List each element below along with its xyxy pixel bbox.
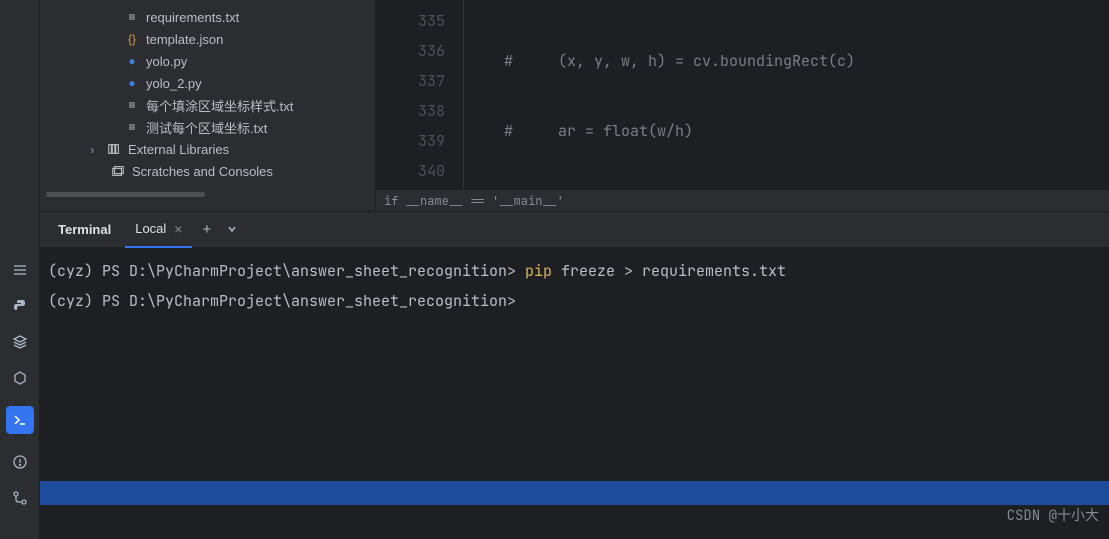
code-line: # (x, y, w, h) = cv.boundingRect(c) bbox=[504, 46, 1109, 76]
code-editor[interactable]: 335 336 337 338 339 340 # (x, y, w, h) =… bbox=[376, 0, 1109, 211]
file-label: template.json bbox=[146, 32, 223, 47]
tool-window-bar bbox=[0, 0, 40, 539]
file-label: 测试每个区域坐标.txt bbox=[146, 118, 267, 137]
main-area: ≡ requirements.txt {} template.json ● yo… bbox=[40, 0, 1109, 539]
line-number: 335 bbox=[376, 6, 445, 36]
prompt: (cyz) PS D:\PyCharmProject\answer_sheet_… bbox=[48, 261, 516, 281]
command-rest: freeze > requirements.txt bbox=[552, 261, 786, 281]
scratches-icon bbox=[110, 163, 126, 179]
tree-label: Scratches and Consoles bbox=[132, 164, 273, 179]
line-number: 336 bbox=[376, 36, 445, 66]
file-label: yolo.py bbox=[146, 54, 187, 69]
file-label: requirements.txt bbox=[146, 10, 239, 25]
watermark: CSDN @十小大 bbox=[1007, 501, 1099, 531]
tree-file-yolo2[interactable]: ● yolo_2.py bbox=[40, 72, 375, 94]
editor-content[interactable]: # (x, y, w, h) = cv.boundingRect(c) # ar… bbox=[464, 0, 1109, 211]
terminal-line: (cyz) PS D:\PyCharmProject\answer_sheet_… bbox=[48, 286, 1101, 316]
tree-scratches[interactable]: Scratches and Consoles bbox=[40, 160, 375, 182]
line-number: 340 bbox=[376, 156, 445, 186]
terminal-tabs: Terminal Local × + bbox=[40, 212, 1109, 248]
tree-file-yolo[interactable]: ● yolo.py bbox=[40, 50, 375, 72]
breadcrumb-text: if __name__ == '__main__' bbox=[384, 193, 564, 209]
breadcrumb[interactable]: if __name__ == '__main__' bbox=[376, 189, 1109, 211]
python-file-icon: ● bbox=[124, 53, 140, 69]
file-label: 每个填涂区域坐标样式.txt bbox=[146, 96, 293, 115]
tree-file-template[interactable]: {} template.json bbox=[40, 28, 375, 50]
chevron-right-icon: › bbox=[90, 142, 100, 157]
terminal-tab-local[interactable]: Local × bbox=[125, 212, 192, 248]
text-file-icon: ≡ bbox=[124, 9, 140, 25]
tree-file-cn2[interactable]: ≡ 测试每个区域坐标.txt bbox=[40, 116, 375, 138]
hex-icon[interactable] bbox=[12, 370, 28, 386]
text-file-icon: ≡ bbox=[124, 97, 140, 113]
command-highlighted: pip bbox=[525, 261, 552, 281]
json-file-icon: {} bbox=[124, 31, 140, 47]
editor-gutter: 335 336 337 338 339 340 bbox=[376, 0, 464, 211]
library-icon bbox=[106, 141, 122, 157]
prompt: (cyz) PS D:\PyCharmProject\answer_sheet_… bbox=[48, 291, 516, 311]
add-terminal-button[interactable]: + bbox=[196, 221, 217, 238]
list-icon[interactable] bbox=[12, 262, 28, 278]
terminal-line: (cyz) PS D:\PyCharmProject\answer_sheet_… bbox=[48, 256, 1101, 286]
tree-file-requirements[interactable]: ≡ requirements.txt bbox=[40, 6, 375, 28]
tree-label: External Libraries bbox=[128, 142, 229, 157]
line-number: 339 bbox=[376, 126, 445, 156]
stack-icon[interactable] bbox=[12, 334, 28, 350]
terminal-dropdown-icon[interactable] bbox=[221, 221, 243, 238]
python-icon[interactable] bbox=[12, 298, 28, 314]
file-label: yolo_2.py bbox=[146, 76, 202, 91]
close-icon[interactable]: × bbox=[174, 221, 182, 237]
project-tree[interactable]: ≡ requirements.txt {} template.json ● yo… bbox=[40, 0, 376, 211]
upper-pane: ≡ requirements.txt {} template.json ● yo… bbox=[40, 0, 1109, 212]
terminal-panel: Terminal Local × + (cyz) PS D:\PyCharmPr… bbox=[40, 212, 1109, 539]
tree-file-cn1[interactable]: ≡ 每个填涂区域坐标样式.txt bbox=[40, 94, 375, 116]
selection-bar bbox=[40, 481, 1109, 505]
warning-icon[interactable] bbox=[12, 454, 28, 470]
line-number: 338 bbox=[376, 96, 445, 126]
tree-external-libraries[interactable]: › External Libraries bbox=[40, 138, 375, 160]
text-file-icon: ≡ bbox=[124, 119, 140, 135]
terminal-title: Terminal bbox=[48, 222, 121, 237]
git-icon[interactable] bbox=[12, 490, 28, 506]
tab-label: Local bbox=[135, 221, 166, 236]
terminal-body[interactable]: (cyz) PS D:\PyCharmProject\answer_sheet_… bbox=[40, 248, 1109, 539]
line-number: 337 bbox=[376, 66, 445, 96]
terminal-icon[interactable] bbox=[6, 406, 34, 434]
tree-horizontal-scrollbar[interactable] bbox=[46, 192, 205, 197]
python-file-icon: ● bbox=[124, 75, 140, 91]
code-line: # ar = float(w/h) bbox=[504, 116, 1109, 146]
